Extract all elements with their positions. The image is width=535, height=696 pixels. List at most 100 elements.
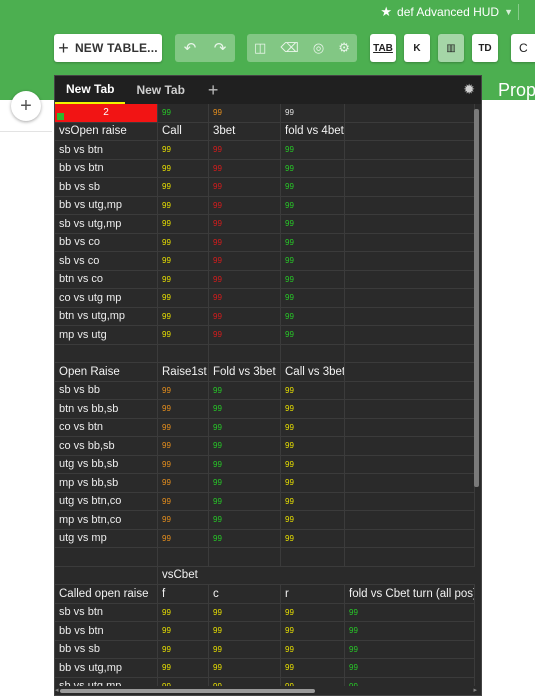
stat-cell[interactable]: 99	[209, 437, 281, 455]
paste-icon[interactable]: ◫	[254, 40, 266, 56]
tab-new-tab-2[interactable]: New Tab	[125, 76, 195, 104]
stat-cell[interactable]: 99	[281, 437, 345, 455]
stat-cell[interactable]: 99	[209, 492, 281, 510]
stat-cell[interactable]: 99	[345, 622, 475, 640]
stat-cell[interactable]: 99	[158, 659, 209, 677]
stat-cell[interactable]: 99	[209, 159, 281, 177]
stat-cell[interactable]: 99	[281, 474, 345, 492]
stat-cell[interactable]: 99	[158, 233, 209, 251]
stat-cell[interactable]: 99	[158, 492, 209, 510]
stat-cell[interactable]: 99	[281, 400, 345, 418]
horizontal-scrollbar[interactable]	[60, 689, 315, 693]
stat-cell[interactable]: 99	[209, 400, 281, 418]
stat-cell[interactable]: 99	[158, 529, 209, 547]
stat-cell[interactable]: 99	[281, 141, 345, 159]
stat-cell[interactable]: 99	[209, 196, 281, 214]
stat-cell[interactable]: 99	[209, 511, 281, 529]
stat-cell[interactable]: 99	[158, 289, 209, 307]
stat-cell[interactable]: 99	[209, 307, 281, 325]
stat-cell[interactable]: 99	[209, 289, 281, 307]
stat-cell[interactable]: 99	[209, 603, 281, 621]
undo-icon[interactable]: ↶	[184, 39, 197, 57]
stat-cell[interactable]: 99	[158, 437, 209, 455]
stat-cell[interactable]: 99	[209, 252, 281, 270]
stat-cell[interactable]: 99	[209, 381, 281, 399]
c-button[interactable]: C	[511, 34, 535, 62]
stat-cell[interactable]: 99	[158, 400, 209, 418]
stat-cell[interactable]: 99	[209, 141, 281, 159]
stat-cell[interactable]: 99	[209, 178, 281, 196]
stat-cell[interactable]: 99	[281, 492, 345, 510]
stat-cell[interactable]: 99	[281, 233, 345, 251]
stat-cell[interactable]: 99	[158, 326, 209, 344]
stat-cell[interactable]: 99	[158, 640, 209, 658]
scroll-right-icon[interactable]: ▸	[473, 686, 477, 694]
stat-cell[interactable]: 99	[281, 326, 345, 344]
columns-button[interactable]: ▥	[438, 34, 464, 62]
stat-cell[interactable]: 99	[281, 418, 345, 436]
stat-cell[interactable]: 99	[281, 622, 345, 640]
new-table-button[interactable]: + NEW TABLE...	[54, 34, 162, 62]
stat-cell[interactable]: 99	[158, 252, 209, 270]
tab-new-tab-1[interactable]: New Tab	[55, 76, 126, 104]
stat-cell[interactable]: 99	[158, 511, 209, 529]
target-icon[interactable]: ◎	[313, 40, 324, 56]
stat-cell[interactable]: 99	[281, 252, 345, 270]
tab-button[interactable]: TAB	[370, 34, 396, 62]
stat-cell[interactable]: 99	[158, 381, 209, 399]
stat-cell[interactable]: 99	[281, 381, 345, 399]
stat-cell[interactable]: 99	[209, 215, 281, 233]
add-tab-icon[interactable]: +	[196, 76, 231, 104]
stat-cell[interactable]: 99	[209, 474, 281, 492]
stat-cell[interactable]: 99	[158, 159, 209, 177]
player-badge[interactable]: 2	[55, 104, 158, 122]
stat-cell[interactable]: 99	[209, 640, 281, 658]
stat-cell[interactable]: 99	[158, 418, 209, 436]
stat-cell[interactable]: 99	[209, 659, 281, 677]
stat-cell[interactable]: 99	[158, 603, 209, 621]
redo-icon[interactable]: ↷	[214, 39, 227, 57]
stat-cell[interactable]: 99	[281, 529, 345, 547]
stat-cell[interactable]: 99	[158, 178, 209, 196]
stat-cell[interactable]: 99	[209, 529, 281, 547]
stat-cell[interactable]: 99	[345, 640, 475, 658]
stat-cell[interactable]: 99	[209, 233, 281, 251]
vertical-scrollbar[interactable]	[474, 109, 479, 487]
stat-cell[interactable]: 99	[281, 640, 345, 658]
td-button[interactable]: TD	[472, 34, 498, 62]
stat-cell[interactable]: 99	[281, 196, 345, 214]
stat-cell[interactable]: 99	[158, 141, 209, 159]
stat-cell[interactable]: 99	[281, 270, 345, 288]
settings-tool-icon[interactable]: ⚙	[338, 40, 350, 56]
stat-cell[interactable]: 99	[281, 659, 345, 677]
stat-cell[interactable]: 99	[281, 455, 345, 473]
stat-cell[interactable]: 99	[345, 603, 475, 621]
stat-cell[interactable]: 99	[158, 196, 209, 214]
stat-cell[interactable]: 99	[158, 215, 209, 233]
stat-cell[interactable]: 99	[158, 270, 209, 288]
hud-selector[interactable]: ★ def Advanced HUD ▼	[380, 4, 513, 20]
stat-cell[interactable]: 99	[281, 511, 345, 529]
stat-cell[interactable]: 99	[209, 270, 281, 288]
stat-cell[interactable]: 99	[209, 326, 281, 344]
stat-cell[interactable]: 99	[281, 603, 345, 621]
stat-cell[interactable]: 99	[209, 455, 281, 473]
stat-cell[interactable]: 99	[158, 455, 209, 473]
stat-cell[interactable]: 99	[281, 159, 345, 177]
stat-cell[interactable]: 99	[281, 307, 345, 325]
stat-cell[interactable]: 99	[158, 474, 209, 492]
clear-icon[interactable]: ⌫	[280, 40, 298, 56]
k-button[interactable]: K	[404, 34, 430, 62]
stat-cell[interactable]: 99	[281, 289, 345, 307]
gear-icon[interactable]: ✹	[463, 81, 475, 98]
stat-cell[interactable]: 99	[281, 178, 345, 196]
stat-cell[interactable]: 99	[209, 104, 281, 122]
scroll-left-icon[interactable]: ◂	[55, 686, 59, 694]
stat-cell[interactable]: 99	[209, 622, 281, 640]
add-fab-button[interactable]: +	[11, 91, 41, 121]
stat-cell[interactable]: 99	[345, 659, 475, 677]
stat-cell[interactable]: 99	[281, 104, 345, 122]
stat-cell[interactable]: 99	[209, 418, 281, 436]
stat-cell[interactable]: 99	[158, 622, 209, 640]
stat-cell[interactable]: 99	[158, 104, 209, 122]
